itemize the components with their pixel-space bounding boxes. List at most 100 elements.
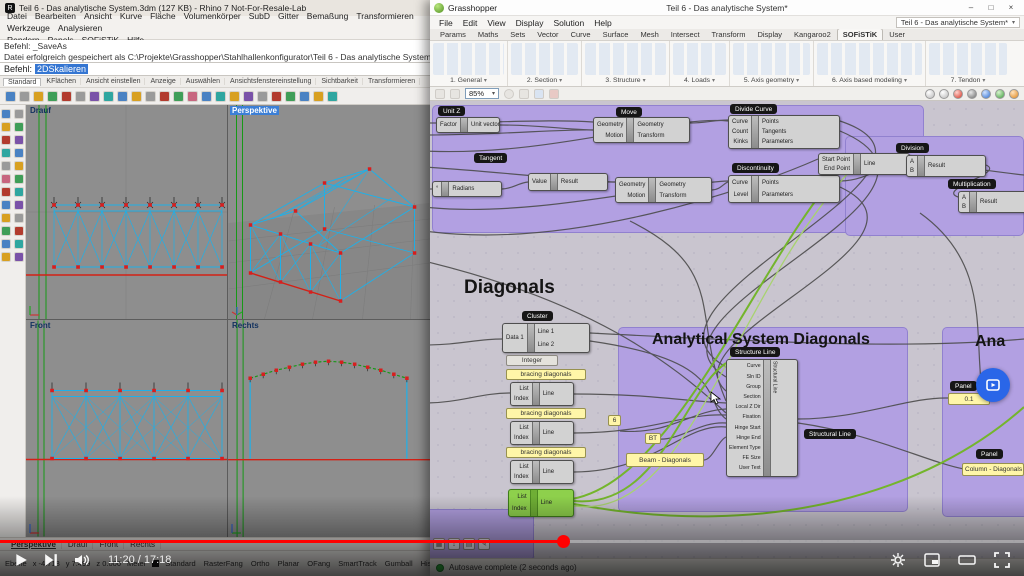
output-port[interactable]: Line 1 <box>538 329 554 335</box>
input-port[interactable]: Sln ID <box>746 375 760 380</box>
input-port[interactable]: Curve <box>732 180 748 186</box>
toolbar-icon[interactable] <box>75 91 86 102</box>
menu-item[interactable]: Kurve <box>116 10 146 22</box>
toolbar-icon[interactable] <box>299 91 310 102</box>
sidebar-tool-icon[interactable] <box>14 252 24 262</box>
preview-sphere-icon[interactable] <box>925 89 935 99</box>
sidebar-tool-icon[interactable] <box>14 213 24 223</box>
ribbon-tab[interactable]: User <box>883 29 911 40</box>
close-button[interactable]: × <box>1002 2 1020 14</box>
component-tag-structure-line[interactable]: Structure Line <box>730 347 780 357</box>
menu-item[interactable]: Transformieren <box>352 10 417 22</box>
component-tag-divide-curve[interactable]: Divide Curve <box>730 104 777 114</box>
toolbar-icon[interactable] <box>47 91 58 102</box>
toolbar-icon[interactable] <box>285 91 296 102</box>
ribbon-group-label[interactable]: 4. Loads <box>684 77 710 84</box>
menu-item[interactable]: SubD <box>245 10 274 22</box>
output-port[interactable]: Result <box>980 199 997 205</box>
ribbon-group-icons[interactable] <box>511 43 578 75</box>
sidebar-tool-icon[interactable] <box>14 161 24 171</box>
canvas-group[interactable] <box>942 327 1024 517</box>
new-document-icon[interactable] <box>435 89 445 99</box>
toolbar-icon[interactable] <box>243 91 254 102</box>
gh-component-division[interactable]: AB Result <box>906 155 986 177</box>
ribbon-tab[interactable]: Maths <box>472 29 504 40</box>
ribbon-group-label[interactable]: 6. Axis based modeling <box>832 77 902 84</box>
preview-sphere-icon[interactable] <box>967 89 977 99</box>
component-tag-multiplication[interactable]: Multiplication <box>948 179 996 189</box>
toolbar-icon[interactable] <box>131 91 142 102</box>
input-port[interactable]: Kinks <box>733 139 748 145</box>
component-tag-panel[interactable]: Panel <box>950 381 977 391</box>
component-tag-move[interactable]: Move <box>616 107 642 117</box>
output-port[interactable]: Geometry <box>637 122 663 128</box>
input-port[interactable]: Factor <box>440 122 457 128</box>
gh-component-discontinuity[interactable]: CurveLevel PointsParameters <box>728 175 840 203</box>
sidebar-tool-icon[interactable] <box>1 187 11 197</box>
ribbon-tab[interactable]: Vector <box>531 29 564 40</box>
output-port[interactable]: Geometry <box>659 182 685 188</box>
ribbon-tab[interactable]: Transform <box>706 29 752 40</box>
maximize-button[interactable]: □ <box>982 2 1000 14</box>
output-port[interactable]: Line <box>864 161 875 167</box>
input-port[interactable]: Count <box>732 129 748 135</box>
toolbar-icon[interactable] <box>5 91 16 102</box>
menu-item[interactable]: Werkzeuge <box>3 22 54 34</box>
input-port[interactable]: Motion <box>627 193 645 199</box>
sidebar-tool-icon[interactable] <box>1 135 11 145</box>
input-port[interactable]: User Text <box>739 466 761 471</box>
command-input-value[interactable]: 2DSkalieren <box>35 64 88 74</box>
toolbar-icon[interactable] <box>33 91 44 102</box>
output-port[interactable]: Line <box>541 500 552 506</box>
zoom-tool-icon[interactable] <box>504 89 514 99</box>
input-port[interactable]: Index <box>514 474 529 480</box>
ribbon-tab[interactable]: Display <box>751 29 788 40</box>
menu-item[interactable]: Edit <box>458 18 483 28</box>
gh-component-move-2[interactable]: GeometryMotion GeometryTransform <box>615 177 712 203</box>
input-port[interactable]: Geometry <box>619 182 645 188</box>
ribbon-group-icons[interactable] <box>929 43 1007 75</box>
ribbon-tab[interactable]: Mesh <box>634 29 664 40</box>
ribbon-tab[interactable]: Surface <box>597 29 635 40</box>
toolbar-icon[interactable] <box>173 91 184 102</box>
preview-sphere-icon[interactable] <box>939 89 949 99</box>
bracing-diagonals-panel[interactable]: bracing diagonals <box>506 408 586 419</box>
sidebar-tool-icon[interactable] <box>1 148 11 158</box>
input-port[interactable]: Index <box>512 506 527 512</box>
sidebar-tool-icon[interactable] <box>1 109 11 119</box>
sidebar-tool-icon[interactable] <box>14 226 24 236</box>
input-port[interactable]: A <box>962 195 966 201</box>
theater-mode-button[interactable] <box>958 553 976 567</box>
ribbon-group-label[interactable]: 7. Tendon <box>951 77 981 84</box>
preview-sphere-icon[interactable] <box>1009 89 1019 99</box>
viewport-label[interactable]: Rechts <box>230 321 261 330</box>
gh-component-list-item[interactable]: ListIndex Line <box>510 460 574 484</box>
sidebar-tool-icon[interactable] <box>14 174 24 184</box>
viewport-perspective[interactable]: Perspektive <box>228 105 430 319</box>
overlay-card-button[interactable] <box>976 368 1010 402</box>
component-tag-unitz[interactable]: Unit Z <box>438 106 465 116</box>
bracing-diagonals-panel[interactable]: bracing diagonals <box>506 369 586 380</box>
menu-item[interactable]: Display <box>511 18 549 28</box>
input-port[interactable]: Data 1 <box>506 335 524 341</box>
minimize-button[interactable]: – <box>962 2 980 14</box>
toolbar-icon[interactable] <box>103 91 114 102</box>
toolbar-icon[interactable] <box>229 91 240 102</box>
output-port[interactable]: Radians <box>452 186 474 192</box>
gh-component-list-item[interactable]: ListIndex Line <box>510 382 574 406</box>
input-port[interactable]: Group <box>746 385 760 390</box>
toolbar-icon[interactable] <box>257 91 268 102</box>
open-document-icon[interactable] <box>450 89 460 99</box>
input-port[interactable]: Section <box>743 395 760 400</box>
ribbon-group-label[interactable]: 3. Structure <box>605 77 640 84</box>
input-port[interactable]: Fixation <box>742 415 760 420</box>
sidebar-tool-icon[interactable] <box>1 161 11 171</box>
output-port[interactable]: Points <box>762 180 779 186</box>
input-port[interactable]: Local Z Dir <box>736 405 761 410</box>
preview-sphere-icon[interactable] <box>995 89 1005 99</box>
sidebar-tool-icon[interactable] <box>14 148 24 158</box>
ribbon-group-label[interactable]: 2. Section <box>527 77 557 84</box>
output-port[interactable]: Line <box>543 469 554 475</box>
menu-item[interactable]: Analysieren <box>54 22 106 34</box>
sidebar-tool-icon[interactable] <box>1 239 11 249</box>
